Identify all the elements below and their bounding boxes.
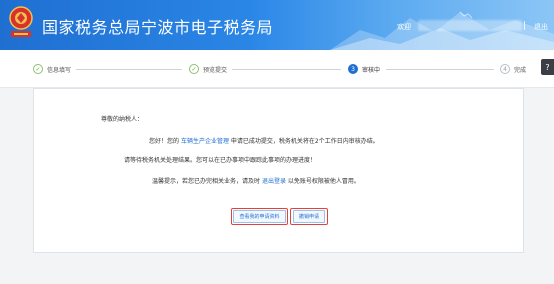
view-my-application-button[interactable]: 查看我的申请资料	[233, 210, 286, 223]
tip-suffix: 以免账号权限被他人冒用。	[287, 178, 360, 185]
welcome-text: 欢迎	[397, 23, 411, 31]
check-icon: ✓	[189, 64, 199, 74]
notice-panel: 尊敬的纳税人： 您好！您的 车辆生产企业管理 申请已成功提交，税务机关将在2个工…	[33, 88, 524, 253]
tax-emblem-icon	[9, 6, 33, 37]
line1-prefix: 您好！您的	[149, 138, 180, 145]
step-preview-submit: ✓ 预览提交	[189, 64, 227, 74]
line1-suffix: 申请已成功提交，税务机关将在2个工作日内审核办结。	[230, 138, 379, 145]
progress-steps: ✓ 信息填写 ✓ 预览提交 3 审核中 4 完成	[0, 50, 554, 88]
withdraw-application-button[interactable]: 撤销申请	[292, 210, 325, 223]
step-complete: 4 完成	[500, 64, 526, 74]
step-label: 审核中	[362, 66, 381, 74]
tip-logout-link[interactable]: 退出登录	[262, 178, 286, 185]
step-label: 信息填写	[47, 66, 72, 74]
help-icon[interactable]: ?	[541, 59, 554, 75]
logout-tip-text: 温馨提示，若您已办完相关业务，请及时 退出登录 以免账号权限被他人冒用。	[152, 176, 360, 185]
step-label: 完成	[514, 66, 527, 74]
submit-success-text: 您好！您的 车辆生产企业管理 申请已成功提交，税务机关将在2个工作日内审核办结。	[149, 136, 379, 145]
check-icon: ✓	[33, 64, 43, 74]
step-connector	[76, 69, 182, 70]
step-number-icon: 3	[348, 64, 358, 74]
step-fill-info: ✓ 信息填写	[33, 64, 71, 74]
step-reviewing: 3 审核中	[348, 64, 380, 74]
step-number-icon: 4	[500, 64, 510, 74]
wait-result-text: 请等待税务机关处理结果。您可以在已办事项中跟踪此事项的办理进度！	[124, 157, 317, 164]
greeting-text: 尊敬的纳税人：	[101, 116, 144, 123]
header-bar: 国家税务总局宁波市电子税务局 欢迎 退出	[0, 0, 554, 50]
user-name-redacted	[418, 20, 522, 31]
step-label: 预览提交	[203, 66, 228, 74]
step-connector	[232, 69, 341, 70]
matter-name: 车辆生产企业管理	[180, 138, 229, 145]
header-divider	[524, 21, 525, 30]
tip-prefix: 温馨提示，若您已办完相关业务，请及时	[152, 178, 261, 185]
logout-link[interactable]: 退出	[534, 22, 548, 32]
view-docs-highlight: 查看我的申请资料	[231, 208, 288, 225]
step-connector	[386, 69, 494, 70]
withdraw-highlight: 撤销申请	[290, 208, 328, 225]
site-title: 国家税务总局宁波市电子税务局	[42, 18, 274, 37]
